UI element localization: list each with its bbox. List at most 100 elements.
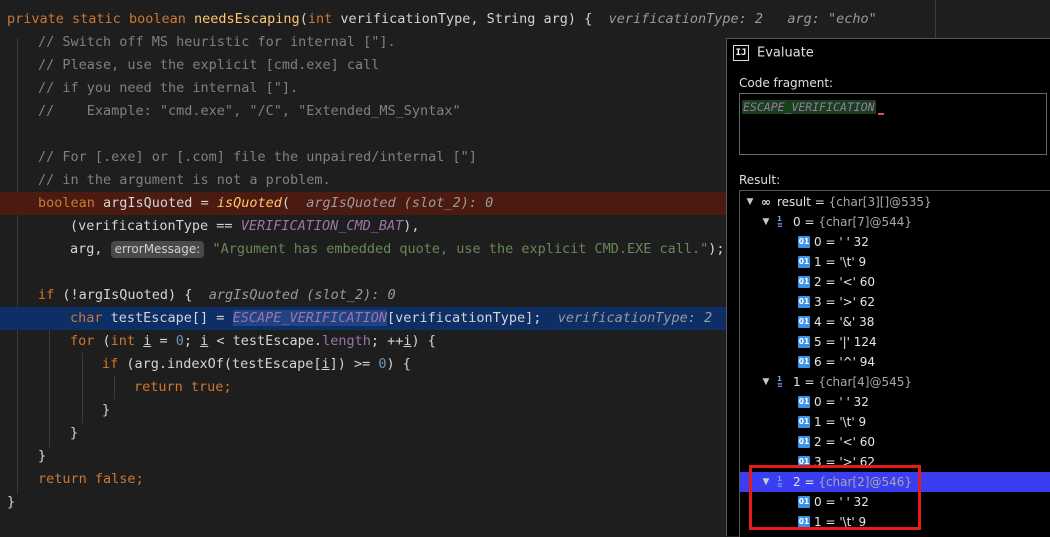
code-text: ;: [223, 379, 232, 395]
string-literal: "Argument has embedded quote, use the ex…: [212, 241, 709, 257]
closing-brace: }: [38, 448, 47, 464]
keyword: int: [307, 11, 333, 27]
primitive-value-icon: 01: [798, 296, 810, 308]
comment-text: // For [.exe] or [.com] file the unpaire…: [38, 149, 477, 165]
constant: VERIFICATION_CMD_BAT: [240, 218, 404, 234]
code-text: (arg.indexOf(testEscape[: [118, 356, 322, 372]
paren: (: [299, 11, 308, 27]
array-icon: 1 ≡: [777, 375, 783, 389]
node-name: 0: [814, 395, 822, 409]
primitive-value-icon: 01: [798, 336, 810, 348]
node-name: 2: [814, 435, 822, 449]
editor-divider: [935, 0, 936, 38]
code-text: testEscape[] =: [102, 310, 233, 326]
code-text: arg,: [70, 241, 111, 257]
dialog-title: Evaluate: [757, 45, 814, 61]
tree-node-label: 1 = '\t' 9: [814, 252, 866, 272]
primitive-value-icon: 01: [798, 256, 810, 268]
tree-row[interactable]: 01 1 = '\t' 9: [740, 412, 1050, 432]
tree-row[interactable]: 01 0 = ' ' 32: [740, 232, 1050, 252]
tree-row[interactable]: 01 0 = ' ' 32: [740, 392, 1050, 412]
code-fragment-value: ESCAPE_VERIFICATION: [742, 100, 876, 114]
code-line-signature[interactable]: private static boolean needsEscaping(int…: [0, 8, 1050, 31]
node-separator: =: [800, 375, 819, 389]
watch-result-icon: ∞: [761, 195, 771, 209]
code-text: ) {: [386, 356, 411, 372]
node-name: 1: [793, 375, 801, 389]
node-type: {char[3][]@535}: [828, 195, 932, 209]
tree-row[interactable]: ▼ 1 ≡ 0 = {char[7]@544}: [740, 212, 1050, 232]
tree-node-label: 0 = ' ' 32: [814, 392, 869, 412]
node-separator: =: [821, 335, 840, 349]
parameter-name-hint: errorMessage:: [110, 241, 205, 258]
tree-node-label: 4 = '&' 38: [814, 312, 874, 332]
tree-row[interactable]: ▼ 1 ≡ 1 = {char[4]@545}: [740, 372, 1050, 392]
expand-toggle-icon[interactable]: ▼: [760, 212, 772, 232]
primitive-value-icon: 01: [798, 436, 810, 448]
tree-node-label: 0 = {char[7]@544}: [793, 212, 912, 232]
node-name: 1: [814, 415, 822, 429]
node-name: 2: [814, 275, 822, 289]
tree-node-label: 0 = ' ' 32: [814, 232, 869, 252]
result-label: Result:: [739, 173, 781, 187]
expand-toggle-icon[interactable]: ▼: [760, 372, 772, 392]
node-separator: =: [800, 215, 819, 229]
selected-constant[interactable]: ESCAPE_VERIFICATION: [232, 310, 387, 326]
primitive-value-icon: 01: [798, 356, 810, 368]
tree-node-label: 3 = '>' 62: [814, 292, 875, 312]
tree-row[interactable]: 01 5 = '|' 124: [740, 332, 1050, 352]
loop-variable: i: [321, 356, 330, 372]
tree-node-label: 2 = '<' 60: [814, 432, 875, 452]
code-text: [verificationType];: [387, 310, 542, 326]
expand-toggle-icon[interactable]: ▼: [744, 192, 756, 212]
closing-brace: }: [70, 425, 79, 441]
params: verificationType, String arg) {: [332, 11, 593, 27]
tree-node-label: 5 = '|' 124: [814, 332, 877, 352]
inline-debug-hint: verificationType: 2: [557, 310, 713, 326]
inline-debug-hint: argIsQuoted (slot_2): 0: [306, 195, 494, 211]
tree-row[interactable]: 01 1 = '\t' 9: [740, 252, 1050, 272]
tree-row[interactable]: 01 2 = '<' 60: [740, 432, 1050, 452]
number-literal: 0: [175, 333, 184, 349]
comment-text: // if you need the internal ["].: [38, 80, 299, 96]
keyword: if: [102, 356, 119, 372]
node-value: '<' 60: [839, 435, 876, 449]
node-value: ' ' 32: [839, 395, 869, 409]
code-text: =: [151, 333, 176, 349]
node-separator: =: [821, 395, 840, 409]
code-text: ]) >=: [329, 356, 379, 372]
tree-row[interactable]: 01 2 = '<' 60: [740, 272, 1050, 292]
primitive-value-icon: 01: [798, 396, 810, 408]
keyword: static: [72, 11, 121, 27]
node-name: 0: [814, 235, 822, 249]
comment-text: // Switch off MS heuristic for internal …: [38, 34, 396, 50]
node-value: '>' 62: [839, 295, 876, 309]
field: length: [322, 333, 371, 349]
tree-row[interactable]: ▼ ∞ result = {char[3][]@535}: [740, 192, 1050, 212]
code-text: (verificationType ==: [70, 218, 241, 234]
node-value: '|' 124: [839, 335, 877, 349]
keyword: int: [110, 333, 136, 349]
primitive-value-icon: 01: [798, 276, 810, 288]
tree-node-label: 2 = '<' 60: [814, 272, 875, 292]
intellij-logo-icon: IJ: [733, 45, 749, 61]
keyword: return: [134, 379, 183, 395]
node-separator: =: [821, 295, 840, 309]
keyword: return: [38, 471, 87, 487]
node-name: 6: [814, 355, 822, 369]
node-separator: =: [821, 235, 840, 249]
node-value: '\t' 9: [839, 255, 867, 269]
tree-row[interactable]: 01 3 = '>' 62: [740, 292, 1050, 312]
tree-row[interactable]: 01 6 = '^' 94: [740, 352, 1050, 372]
evaluate-dialog[interactable]: IJ Evaluate Code fragment: ESCAPE_VERIFIC…: [726, 38, 1050, 537]
tree-node-label: 1 = '\t' 9: [814, 412, 866, 432]
inline-debug-hint: verificationType: 2 arg: "echo": [608, 11, 877, 27]
primitive-value-icon: 01: [798, 416, 810, 428]
code-fragment-label: Code fragment:: [739, 76, 834, 90]
tree-row[interactable]: 01 4 = '&' 38: [740, 312, 1050, 332]
node-value: ' ' 32: [839, 235, 869, 249]
node-name: 3: [814, 295, 822, 309]
node-value: '^' 94: [839, 355, 876, 369]
code-fragment-input[interactable]: ESCAPE_VERIFICATION: [739, 93, 1047, 155]
node-separator: =: [821, 435, 840, 449]
